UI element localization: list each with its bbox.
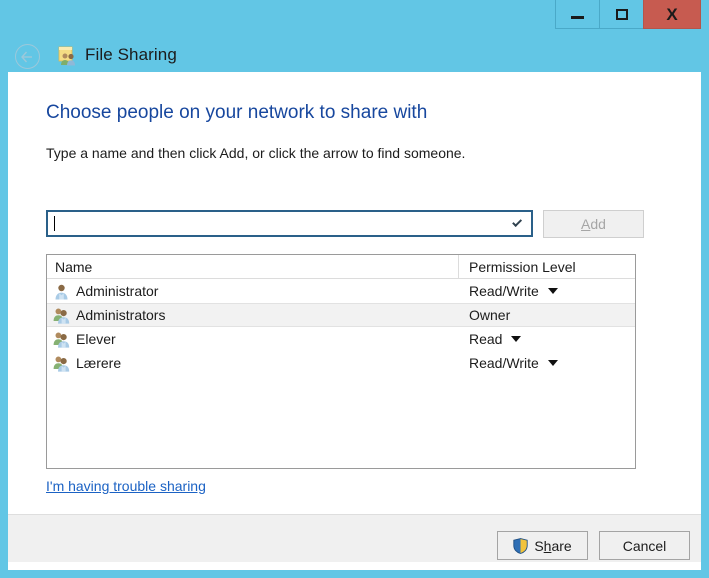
permission-dropdown-icon[interactable] — [511, 336, 522, 342]
name-input[interactable] — [46, 210, 533, 237]
row-permission-cell[interactable]: Read — [459, 331, 635, 347]
user-icon — [53, 283, 70, 300]
table-header-row: Name Permission Level — [47, 255, 635, 279]
window-title: File Sharing — [85, 45, 177, 64]
user-group-icon — [53, 307, 70, 324]
row-permission-cell: Owner — [459, 307, 635, 323]
row-name-label: Administrators — [76, 307, 166, 323]
table-row[interactable]: Lærere Read/Write — [47, 351, 635, 375]
cancel-button-label: Cancel — [622, 537, 667, 554]
minimize-icon — [571, 15, 584, 19]
add-button-label: Add — [581, 216, 606, 232]
row-name-cell: Administrator — [47, 283, 459, 300]
row-name-label: Administrator — [76, 283, 159, 299]
table-row[interactable]: Administrators Owner — [47, 303, 635, 327]
add-button[interactable]: Add — [543, 210, 644, 238]
row-permission-cell[interactable]: Read/Write — [459, 283, 635, 299]
share-button-label: Share — [534, 537, 572, 554]
user-group-icon — [53, 331, 70, 348]
page-title: Choose people on your network to share w… — [46, 102, 428, 123]
row-name-cell: Lærere — [47, 355, 459, 372]
close-icon: X — [666, 4, 678, 24]
back-button[interactable] — [15, 44, 40, 69]
page-instructions: Type a name and then click Add, or click… — [46, 145, 466, 161]
text-caret — [54, 216, 55, 231]
permission-dropdown-icon[interactable] — [547, 360, 558, 366]
file-sharing-window: X File Sharing Choose people on your net… — [0, 0, 709, 578]
row-permission-cell[interactable]: Read/Write — [459, 355, 635, 371]
dialog-body: Choose people on your network to share w… — [8, 72, 701, 570]
uac-shield-icon — [513, 537, 528, 554]
dialog-footer — [8, 514, 701, 562]
row-name-cell: Elever — [47, 331, 459, 348]
cancel-button[interactable]: Cancel — [599, 531, 690, 560]
table-row[interactable]: Elever Read — [47, 327, 635, 351]
column-header-permission-level[interactable]: Permission Level — [459, 255, 635, 278]
close-button[interactable]: X — [643, 0, 701, 29]
share-button[interactable]: Share — [497, 531, 588, 560]
title-bar: X File Sharing — [0, 0, 709, 72]
row-name-label: Elever — [76, 331, 116, 347]
minimize-button[interactable] — [555, 0, 600, 29]
share-permissions-table[interactable]: Name Permission Level Administrator Read… — [46, 254, 636, 469]
row-permission-label: Owner — [469, 307, 511, 323]
row-permission-label: Read — [469, 331, 503, 347]
maximize-button[interactable] — [599, 0, 644, 29]
permission-dropdown-icon[interactable] — [547, 288, 558, 294]
row-permission-label: Read/Write — [469, 355, 539, 371]
table-row[interactable]: Administrator Read/Write — [47, 279, 635, 303]
row-permission-label: Read/Write — [469, 283, 539, 299]
shared-folder-icon — [57, 46, 79, 66]
back-arrow-icon — [21, 51, 32, 62]
name-input-dropdown-button[interactable] — [505, 212, 531, 235]
caption-button-group: X — [555, 0, 701, 29]
user-group-icon — [53, 355, 70, 372]
column-header-name[interactable]: Name — [47, 255, 459, 278]
row-name-cell: Administrators — [47, 307, 459, 324]
trouble-sharing-link[interactable]: I'm having trouble sharing — [46, 478, 206, 494]
maximize-icon — [615, 8, 628, 20]
row-name-label: Lærere — [76, 355, 122, 371]
chevron-down-icon — [511, 217, 522, 228]
